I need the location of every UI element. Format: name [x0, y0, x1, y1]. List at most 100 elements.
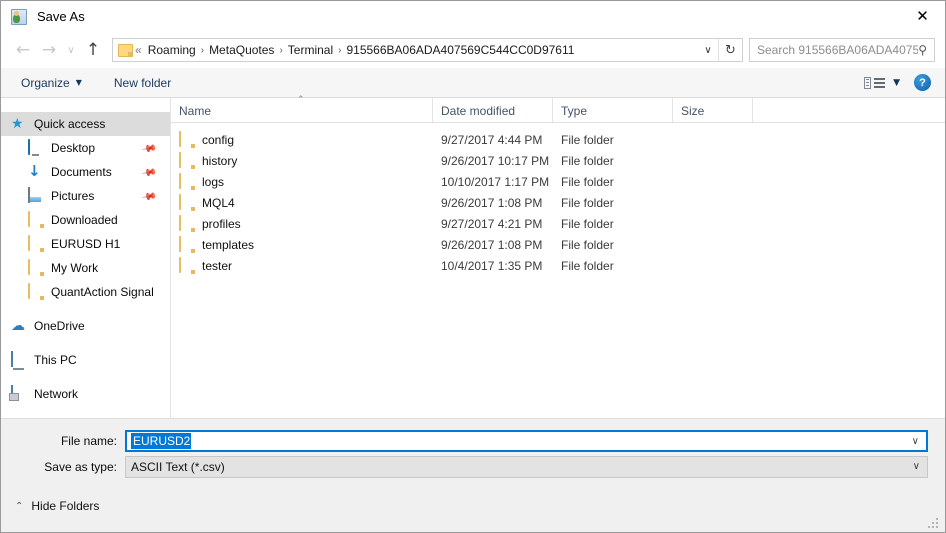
breadcrumb-metaquotes[interactable]: MetaQuotes: [205, 43, 278, 57]
chevron-down-icon: ▼: [75, 78, 82, 87]
sidebar-item-eurusd-h1[interactable]: EURUSD H1: [1, 232, 170, 256]
save-as-type-value: ASCII Text (*.csv): [131, 460, 225, 474]
resize-grip[interactable]: [928, 516, 940, 528]
folder-icon: [28, 259, 30, 275]
refresh-icon[interactable]: ↻: [718, 39, 742, 61]
sidebar-item-my-work[interactable]: My Work: [1, 256, 170, 280]
address-bar[interactable]: « Roaming › MetaQuotes › Terminal › 9155…: [112, 38, 743, 62]
table-row[interactable]: history 9/26/2017 10:17 PM File folder: [171, 150, 945, 171]
sidebar-item-documents[interactable]: ↓ Documents 📌: [1, 160, 170, 184]
pc-icon: [11, 351, 13, 367]
save-as-dialog: Save As ✕ ← → ∨ ↑ « Roaming › MetaQuotes…: [0, 0, 946, 533]
navigation-pane: ★ Quick access Desktop 📌 ↓ Documents 📌 P…: [1, 98, 171, 418]
cloud-icon: ☁: [11, 318, 25, 334]
sidebar-item-label: QuantAction Signal: [51, 285, 154, 299]
sort-ascending-icon: ⌃: [297, 95, 305, 105]
file-type: File folder: [561, 216, 614, 231]
file-name: profiles: [202, 216, 241, 231]
column-header-name[interactable]: Name ⌃: [171, 95, 433, 123]
table-row[interactable]: templates 9/26/2017 1:08 PM File folder: [171, 234, 945, 255]
table-row[interactable]: MQL4 9/26/2017 1:08 PM File folder: [171, 192, 945, 213]
folder-icon: [179, 256, 181, 273]
sidebar-item-label: Pictures: [51, 189, 95, 203]
up-button[interactable]: ↑: [80, 37, 106, 63]
desktop-icon: [28, 139, 30, 155]
sidebar-item-pictures[interactable]: Pictures 📌: [1, 184, 170, 208]
sidebar-item-label: Desktop: [51, 141, 96, 155]
address-folder-icon: [118, 43, 133, 57]
file-type: File folder: [561, 153, 614, 168]
search-box[interactable]: Search 915566BA06ADA40756... ⚲: [749, 38, 935, 62]
file-name-value: EURUSD2: [131, 433, 192, 449]
table-row[interactable]: tester 10/4/2017 1:35 PM File folder: [171, 255, 945, 276]
window-title: Save As: [37, 9, 85, 24]
help-icon[interactable]: ?: [914, 74, 931, 91]
save-as-type-select[interactable]: ASCII Text (*.csv) ∨: [125, 456, 928, 478]
column-header-label: Date modified: [441, 103, 516, 118]
chevron-down-icon[interactable]: ▼: [893, 78, 900, 88]
sidebar-item-label: This PC: [34, 353, 77, 367]
file-name: history: [202, 153, 238, 168]
table-row[interactable]: config 9/27/2017 4:44 PM File folder: [171, 129, 945, 150]
file-rows: config 9/27/2017 4:44 PM File folder his…: [171, 123, 945, 276]
folder-icon: [179, 151, 181, 168]
command-toolbar: Organize ▼ New folder ▼ ?: [1, 68, 945, 98]
file-date: 10/4/2017 1:35 PM: [441, 258, 543, 273]
chevron-down-icon[interactable]: ∨: [913, 461, 920, 472]
file-type: File folder: [561, 195, 614, 210]
pin-icon[interactable]: 📌: [140, 165, 157, 181]
new-folder-button[interactable]: New folder: [106, 73, 179, 93]
hide-folders-button[interactable]: ⌃ Hide Folders: [15, 499, 99, 513]
search-input[interactable]: Search 915566BA06ADA40756...: [750, 43, 918, 57]
chevron-up-icon: ⌃: [15, 500, 24, 512]
chevron-down-icon[interactable]: ∨: [698, 39, 718, 61]
forward-button[interactable]: →: [36, 37, 62, 63]
star-icon: ★: [11, 116, 24, 132]
file-type: File folder: [561, 258, 614, 273]
file-date: 9/27/2017 4:21 PM: [441, 216, 543, 231]
sidebar-item-label: Network: [34, 387, 79, 401]
organize-button[interactable]: Organize ▼: [13, 73, 90, 93]
view-options-icon[interactable]: [864, 75, 886, 91]
folder-icon: [28, 211, 30, 227]
table-row[interactable]: logs 10/10/2017 1:17 PM File folder: [171, 171, 945, 192]
sidebar-item-label: Documents: [51, 165, 112, 179]
breadcrumb-terminal-id[interactable]: 915566BA06ADA407569C544CC0D97611: [342, 43, 578, 57]
sidebar-item-network[interactable]: Network: [1, 382, 170, 406]
breadcrumb-overflow[interactable]: «: [133, 43, 144, 57]
sidebar-item-downloaded[interactable]: Downloaded: [1, 208, 170, 232]
file-date: 10/10/2017 1:17 PM: [441, 174, 550, 189]
sidebar-item-quantaction-signal[interactable]: QuantAction Signal: [1, 280, 170, 304]
file-name: tester: [202, 258, 233, 273]
file-name-input[interactable]: EURUSD2 ∨: [125, 430, 928, 452]
chevron-down-icon[interactable]: ∨: [912, 436, 919, 447]
sidebar-item-label: Downloaded: [51, 213, 118, 227]
column-header-type[interactable]: Type: [553, 98, 673, 123]
column-header-date-modified[interactable]: Date modified: [433, 98, 553, 123]
close-icon[interactable]: ✕: [900, 1, 945, 31]
file-type: File folder: [561, 174, 614, 189]
folder-icon: [179, 130, 181, 147]
new-folder-label: New folder: [113, 75, 172, 90]
save-as-icon: [11, 8, 27, 25]
folder-icon: [179, 214, 181, 231]
pin-icon[interactable]: 📌: [140, 189, 157, 205]
pin-icon[interactable]: 📌: [140, 141, 157, 157]
table-row[interactable]: profiles 9/27/2017 4:21 PM File folder: [171, 213, 945, 234]
column-header-label: Name: [179, 103, 212, 118]
column-header-size[interactable]: Size: [673, 98, 753, 123]
breadcrumb-roaming[interactable]: Roaming: [144, 43, 200, 57]
save-form: File name: EURUSD2 ∨ Save as type: ASCII…: [1, 418, 945, 486]
breadcrumb-terminal[interactable]: Terminal: [284, 43, 337, 57]
sidebar-item-label: My Work: [51, 261, 99, 275]
file-type: File folder: [561, 132, 614, 147]
title-bar: Save As ✕: [1, 1, 945, 32]
back-button[interactable]: ←: [10, 37, 36, 63]
file-date: 9/26/2017 1:08 PM: [441, 237, 543, 252]
sidebar-item-desktop[interactable]: Desktop 📌: [1, 136, 170, 160]
sidebar-item-this-pc[interactable]: This PC: [1, 348, 170, 372]
sidebar-item-quick-access[interactable]: ★ Quick access: [1, 112, 170, 136]
recent-locations-button[interactable]: ∨: [62, 37, 80, 63]
sidebar-item-onedrive[interactable]: ☁ OneDrive: [1, 314, 170, 338]
